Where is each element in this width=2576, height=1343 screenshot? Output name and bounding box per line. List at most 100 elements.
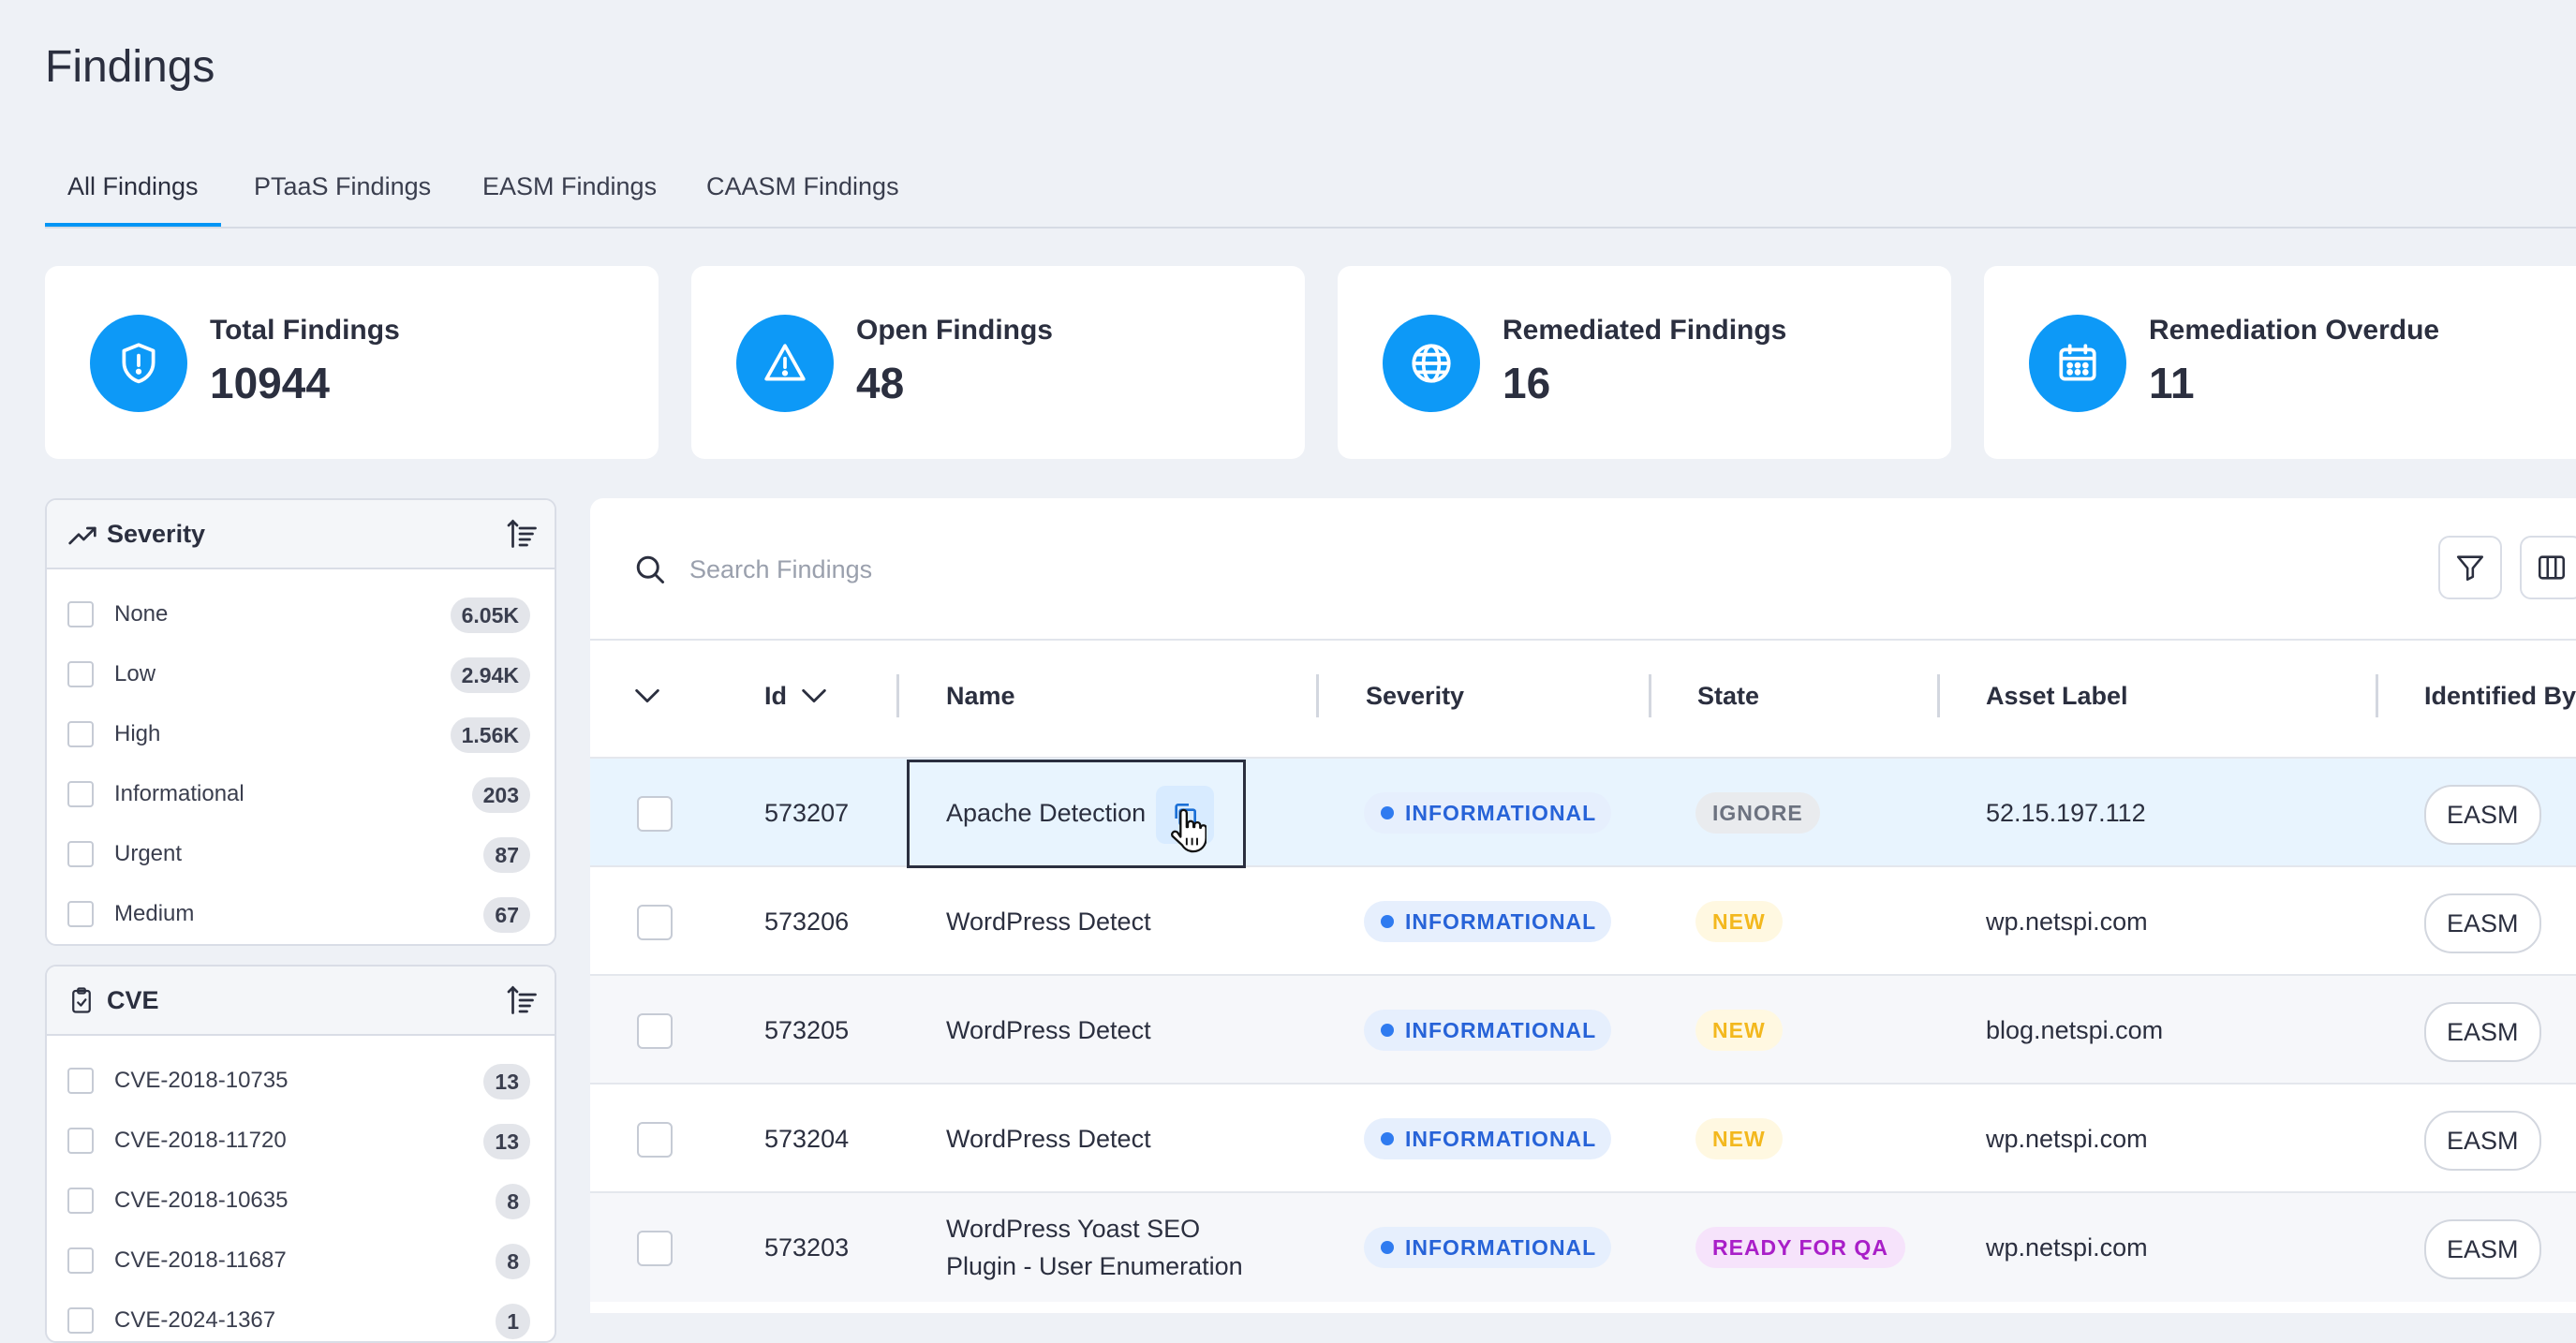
finding-id: 573203 <box>764 1233 850 1262</box>
option-label: CVE-2018-11687 <box>114 1247 287 1273</box>
shield-alert-icon <box>90 315 187 412</box>
stat-label: Remediation Overdue <box>2149 315 2440 346</box>
count-badge: 2.94K <box>450 657 530 693</box>
stat-value: 11 <box>2149 359 2195 407</box>
checkbox[interactable] <box>67 1068 94 1094</box>
severity-badge: INFORMATIONAL <box>1364 1227 1612 1268</box>
column-asset-label[interactable]: Asset Label <box>1986 641 2128 751</box>
tab-easm-findings[interactable]: EASM Findings <box>460 163 679 225</box>
checkbox[interactable] <box>67 1128 94 1154</box>
column-divider[interactable] <box>2376 674 2378 717</box>
row-checkbox[interactable] <box>637 796 673 832</box>
tab-all-findings[interactable]: All Findings <box>45 163 221 227</box>
state-badge: IGNORE <box>1695 792 1820 834</box>
checkbox[interactable] <box>67 1307 94 1334</box>
count-badge: 203 <box>471 777 530 813</box>
asset-label: wp.netspi.com <box>1986 1233 2148 1262</box>
row-checkbox[interactable] <box>637 1231 673 1266</box>
columns-icon <box>2538 555 2566 580</box>
tab-ptaas-findings[interactable]: PTaaS Findings <box>231 163 453 225</box>
finding-name-line: WordPress Yoast SEO <box>946 1215 1201 1243</box>
severity-option-urgent[interactable]: Urgent 87 <box>47 824 555 884</box>
count-badge: 67 <box>483 897 530 933</box>
severity-option-high[interactable]: High 1.56K <box>47 704 555 764</box>
copy-button[interactable] <box>1156 786 1214 844</box>
checkbox[interactable] <box>67 721 94 747</box>
identified-by-chip[interactable]: EASM <box>2424 1002 2541 1062</box>
table-row[interactable]: 573207 Apache Detection INFORMATIONAL IG… <box>590 757 2576 867</box>
column-state[interactable]: State <box>1697 641 1759 751</box>
stat-card-remediated: Remediated Findings 16 <box>1338 266 1951 459</box>
identified-by-chip[interactable]: EASM <box>2424 1111 2541 1171</box>
severity-option-low[interactable]: Low 2.94K <box>47 644 555 704</box>
checkbox[interactable] <box>67 1247 94 1274</box>
finding-name[interactable]: WordPress Detect <box>946 867 1151 976</box>
filter-button[interactable] <box>2438 536 2502 599</box>
severity-facet-header: Severity <box>47 500 555 569</box>
stat-value: 10944 <box>210 359 330 407</box>
sort-chevron-down-icon[interactable] <box>798 680 830 712</box>
checkbox[interactable] <box>67 661 94 687</box>
finding-name[interactable]: WordPress Yoast SEO Plugin - User Enumer… <box>946 1210 1243 1285</box>
finding-id: 573206 <box>764 908 850 936</box>
finding-name[interactable]: WordPress Detect <box>946 976 1151 1085</box>
finding-name[interactable]: Apache Detection <box>946 759 1146 867</box>
option-label: CVE-2018-11720 <box>114 1128 287 1153</box>
option-label: None <box>114 601 169 627</box>
option-label: Medium <box>114 901 195 926</box>
state-badge: READY FOR QA <box>1695 1227 1905 1268</box>
column-divider[interactable] <box>1316 674 1319 717</box>
table-header: Id Name Severity State Asset Label Ident… <box>590 641 2576 751</box>
column-divider[interactable] <box>1937 674 1940 717</box>
column-divider[interactable] <box>1649 674 1651 717</box>
table-row[interactable]: 573205 WordPress Detect INFORMATIONAL NE… <box>590 974 2576 1085</box>
tab-caasm-findings[interactable]: CAASM Findings <box>684 163 922 225</box>
cve-option[interactable]: CVE-2018-10735 13 <box>47 1051 555 1111</box>
filter-icon <box>2456 555 2484 582</box>
option-label: CVE-2018-10735 <box>114 1068 289 1093</box>
severity-badge: INFORMATIONAL <box>1364 1010 1612 1051</box>
identified-by-chip[interactable]: EASM <box>2424 893 2541 953</box>
column-severity[interactable]: Severity <box>1366 641 1464 751</box>
table-row[interactable]: 573203 WordPress Yoast SEO Plugin - User… <box>590 1191 2576 1302</box>
row-checkbox[interactable] <box>637 905 673 940</box>
checkbox[interactable] <box>67 781 94 807</box>
cve-option[interactable]: CVE-2018-11687 8 <box>47 1231 555 1291</box>
count-badge: 1 <box>496 1304 530 1339</box>
identified-by-chip[interactable]: EASM <box>2424 1219 2541 1279</box>
checkbox[interactable] <box>67 601 94 627</box>
column-divider[interactable] <box>896 674 899 717</box>
chevron-down-icon[interactable] <box>631 680 663 712</box>
sort-icon[interactable] <box>506 517 540 551</box>
checkbox[interactable] <box>67 841 94 867</box>
state-badge: NEW <box>1695 901 1783 942</box>
severity-option-none[interactable]: None 6.05K <box>47 584 555 644</box>
column-identified-by[interactable]: Identified By <box>2424 641 2576 751</box>
search-input[interactable] <box>688 543 1534 596</box>
finding-id: 573205 <box>764 1016 850 1044</box>
severity-badge: INFORMATIONAL <box>1364 792 1612 834</box>
page-title: Findings <box>45 42 215 92</box>
checkbox[interactable] <box>67 1188 94 1214</box>
row-checkbox[interactable] <box>637 1122 673 1158</box>
sort-icon[interactable] <box>506 983 540 1017</box>
cve-option[interactable]: CVE-2018-11720 13 <box>47 1111 555 1171</box>
columns-button[interactable] <box>2520 536 2576 599</box>
severity-facet-title: Severity <box>107 520 206 548</box>
row-checkbox[interactable] <box>637 1013 673 1049</box>
cve-option[interactable]: CVE-2018-10635 8 <box>47 1171 555 1231</box>
checkbox[interactable] <box>67 901 94 927</box>
option-label: Urgent <box>114 841 183 866</box>
table-row[interactable]: 573206 WordPress Detect INFORMATIONAL NE… <box>590 865 2576 976</box>
finding-name[interactable]: WordPress Detect <box>946 1085 1151 1193</box>
column-id[interactable]: Id <box>764 641 787 751</box>
severity-option-informational[interactable]: Informational 203 <box>47 764 555 824</box>
identified-by-chip[interactable]: EASM <box>2424 785 2541 845</box>
severity-option-medium[interactable]: Medium 67 <box>47 884 555 944</box>
column-name[interactable]: Name <box>946 641 1015 751</box>
search-bar <box>590 498 2576 641</box>
table-row[interactable]: 573204 WordPress Detect INFORMATIONAL NE… <box>590 1083 2576 1193</box>
finding-name-line: Plugin - User Enumeration <box>946 1252 1243 1280</box>
cve-option[interactable]: CVE-2024-1367 1 <box>47 1291 555 1341</box>
asset-label: blog.netspi.com <box>1986 1016 2164 1044</box>
